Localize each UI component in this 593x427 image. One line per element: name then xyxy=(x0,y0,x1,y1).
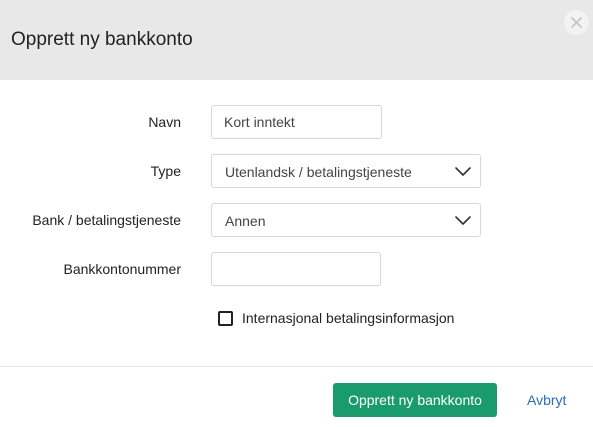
create-bank-account-dialog: Opprett ny bankkonto Navn Type Utenlands… xyxy=(0,0,593,427)
international-payment-checkbox[interactable] xyxy=(218,310,233,326)
chevron-down-icon xyxy=(455,167,471,176)
account-number-label: Bankkontonummer xyxy=(63,261,181,277)
international-payment-label: Internasjonal betalingsinformasjon xyxy=(242,310,455,326)
footer-divider xyxy=(0,366,593,367)
account-number-input[interactable] xyxy=(211,252,381,286)
create-bank-account-button[interactable]: Opprett ny bankkonto xyxy=(333,383,497,417)
dialog-title: Opprett ny bankkonto xyxy=(11,29,193,50)
name-input[interactable] xyxy=(211,105,382,139)
type-select[interactable]: Utenlandsk / betalingstjeneste xyxy=(211,154,481,188)
chevron-down-icon xyxy=(455,216,471,225)
bank-selected-value: Annen xyxy=(225,213,266,229)
bank-label: Bank / betalingstjeneste xyxy=(32,212,181,228)
close-icon xyxy=(571,17,582,28)
type-selected-value: Utenlandsk / betalingstjeneste xyxy=(225,164,412,180)
international-payment-checkbox-row[interactable]: Internasjonal betalingsinformasjon xyxy=(218,309,454,327)
bank-select[interactable]: Annen xyxy=(211,203,481,237)
close-button[interactable] xyxy=(564,10,589,35)
type-label: Type xyxy=(150,163,181,179)
name-label: Navn xyxy=(148,114,181,130)
cancel-button[interactable]: Avbryt xyxy=(527,391,566,409)
dialog-header: Opprett ny bankkonto xyxy=(0,0,593,80)
